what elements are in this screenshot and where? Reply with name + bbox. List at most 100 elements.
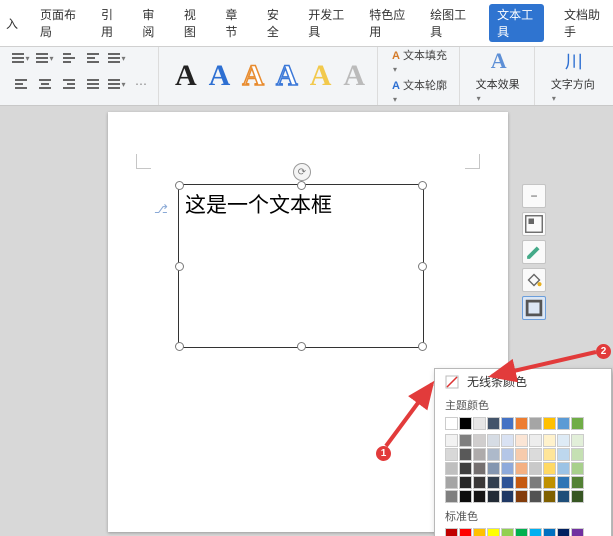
color-swatch[interactable] — [543, 476, 556, 489]
color-swatch[interactable] — [445, 528, 458, 536]
color-swatch[interactable] — [529, 528, 542, 536]
color-swatch[interactable] — [487, 448, 500, 461]
resize-handle[interactable] — [175, 181, 184, 190]
color-swatch[interactable] — [459, 528, 472, 536]
color-swatch[interactable] — [543, 490, 556, 503]
color-swatch[interactable] — [459, 448, 472, 461]
color-swatch[interactable] — [501, 448, 514, 461]
wordart-style-4[interactable]: A — [270, 59, 304, 93]
color-swatch[interactable] — [473, 476, 486, 489]
tab-draw-tools[interactable]: 绘图工具 — [428, 4, 471, 42]
bullets-button[interactable]: ▾ — [10, 47, 32, 69]
align-justify-button[interactable] — [82, 73, 104, 95]
float-layout-button[interactable] — [522, 212, 546, 236]
tab-layout[interactable]: 页面布局 — [38, 4, 81, 42]
color-swatch[interactable] — [445, 462, 458, 475]
color-swatch[interactable] — [515, 476, 528, 489]
color-swatch[interactable] — [487, 462, 500, 475]
color-swatch[interactable] — [487, 434, 500, 447]
numbering-button[interactable]: ▾ — [34, 47, 56, 69]
color-swatch[interactable] — [515, 417, 528, 430]
color-swatch[interactable] — [557, 417, 570, 430]
color-swatch[interactable] — [459, 462, 472, 475]
color-swatch[interactable] — [501, 528, 514, 536]
wordart-style-3[interactable]: A — [236, 59, 270, 93]
color-swatch[interactable] — [543, 434, 556, 447]
color-swatch[interactable] — [571, 490, 584, 503]
resize-handle[interactable] — [297, 342, 306, 351]
align-right-button[interactable] — [58, 73, 80, 95]
color-swatch[interactable] — [557, 448, 570, 461]
resize-handle[interactable] — [418, 181, 427, 190]
tab-doc-helper[interactable]: 文档助手 — [562, 4, 605, 42]
color-swatch[interactable] — [529, 448, 542, 461]
color-swatch[interactable] — [501, 462, 514, 475]
color-swatch[interactable] — [473, 462, 486, 475]
color-swatch[interactable] — [473, 490, 486, 503]
resize-handle[interactable] — [418, 342, 427, 351]
text-fill-button[interactable]: A 文本填充 ▾ — [388, 47, 453, 75]
color-swatch[interactable] — [501, 490, 514, 503]
tab-security[interactable]: 安全 — [265, 4, 288, 42]
color-swatch[interactable] — [487, 417, 500, 430]
rotate-handle[interactable]: ⟳ — [293, 163, 311, 181]
color-swatch[interactable] — [529, 476, 542, 489]
no-line-color-item[interactable]: 无线条颜色 — [435, 369, 611, 394]
float-collapse-button[interactable]: − — [522, 184, 546, 208]
color-swatch[interactable] — [571, 448, 584, 461]
wordart-style-1[interactable]: A — [169, 59, 203, 93]
color-swatch[interactable] — [543, 528, 556, 536]
color-swatch[interactable] — [459, 434, 472, 447]
resize-handle[interactable] — [175, 342, 184, 351]
color-swatch[interactable] — [543, 448, 556, 461]
tab-dev-tools[interactable]: 开发工具 — [306, 4, 349, 42]
color-swatch[interactable] — [543, 462, 556, 475]
color-swatch[interactable] — [557, 476, 570, 489]
resize-handle[interactable] — [175, 262, 184, 271]
color-swatch[interactable] — [515, 490, 528, 503]
text-direction-button[interactable]: 川 文字方向 ▾ — [545, 48, 603, 104]
color-swatch[interactable] — [501, 434, 514, 447]
wordart-style-2[interactable]: A — [203, 59, 237, 93]
color-swatch[interactable] — [543, 417, 556, 430]
color-swatch[interactable] — [571, 476, 584, 489]
color-swatch[interactable] — [529, 434, 542, 447]
color-swatch[interactable] — [487, 490, 500, 503]
color-swatch[interactable] — [473, 528, 486, 536]
line-spacing-button[interactable]: ▾ — [106, 47, 128, 69]
paragraph-dialog-button[interactable]: ⋯ — [130, 73, 152, 95]
color-swatch[interactable] — [515, 462, 528, 475]
color-swatch[interactable] — [445, 476, 458, 489]
indent-increase-button[interactable] — [82, 47, 104, 69]
color-swatch[interactable] — [529, 490, 542, 503]
tab-reference[interactable]: 引用 — [99, 4, 122, 42]
color-swatch[interactable] — [473, 417, 486, 430]
color-swatch[interactable] — [487, 528, 500, 536]
indent-decrease-button[interactable] — [58, 47, 80, 69]
color-swatch[interactable] — [501, 417, 514, 430]
color-swatch[interactable] — [473, 434, 486, 447]
color-swatch[interactable] — [571, 462, 584, 475]
color-swatch[interactable] — [571, 528, 584, 536]
wordart-style-6[interactable]: A — [337, 59, 371, 93]
color-swatch[interactable] — [459, 490, 472, 503]
tab-text-tools[interactable]: 文本工具 — [489, 4, 544, 42]
color-swatch[interactable] — [473, 448, 486, 461]
text-box[interactable]: ⟳ 这是一个文本框 — [178, 184, 424, 348]
text-effect-button[interactable]: A 文本效果 ▾ — [470, 48, 528, 104]
color-swatch[interactable] — [445, 490, 458, 503]
color-swatch[interactable] — [515, 434, 528, 447]
color-swatch[interactable] — [557, 490, 570, 503]
color-swatch[interactable] — [529, 462, 542, 475]
tab-feature[interactable]: 特色应用 — [367, 4, 410, 42]
color-swatch[interactable] — [445, 417, 458, 430]
color-swatch[interactable] — [557, 462, 570, 475]
tab-review[interactable]: 审阅 — [140, 4, 163, 42]
align-center-button[interactable] — [34, 73, 56, 95]
color-swatch[interactable] — [515, 448, 528, 461]
float-fill-button[interactable] — [522, 268, 546, 292]
tab-insert[interactable]: 入 — [4, 13, 20, 34]
color-swatch[interactable] — [501, 476, 514, 489]
color-swatch[interactable] — [571, 434, 584, 447]
color-swatch[interactable] — [529, 417, 542, 430]
